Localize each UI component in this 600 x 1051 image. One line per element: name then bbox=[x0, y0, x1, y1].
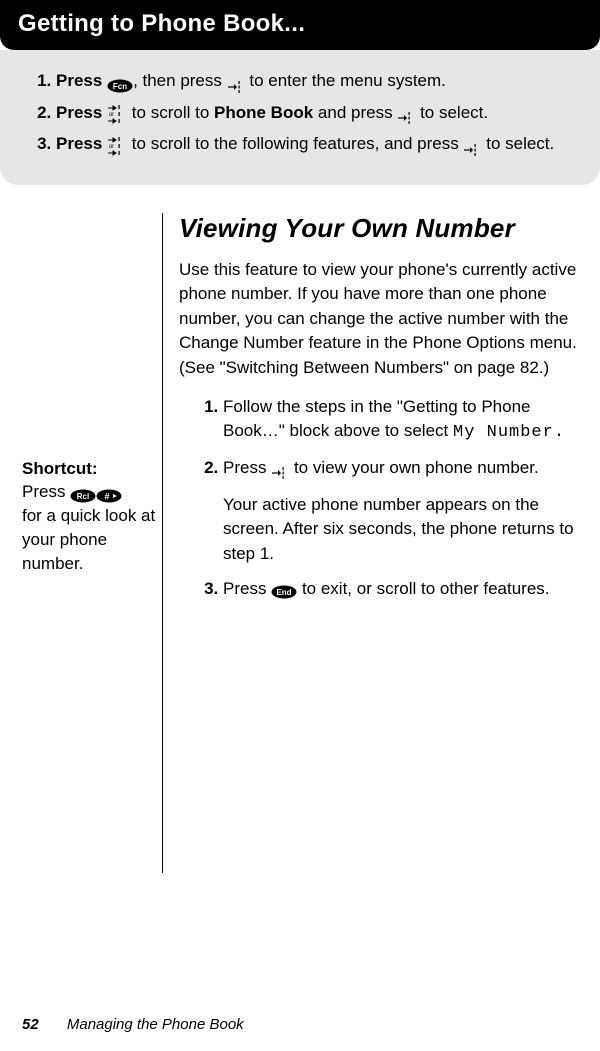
svg-text:Fcn: Fcn bbox=[113, 82, 127, 91]
right-scroll-icon bbox=[227, 76, 245, 88]
text: Press bbox=[56, 71, 102, 90]
fcn-key-icon: Fcn bbox=[107, 75, 133, 89]
text: to enter the menu system. bbox=[249, 71, 446, 90]
shortcut-sidebar: Shortcut: Press Rcl # for a quick look a… bbox=[22, 213, 162, 873]
rcl-key-icon: Rcl bbox=[70, 486, 96, 500]
intro-paragraph: Use this feature to view your phone's cu… bbox=[179, 258, 578, 381]
svg-text:Rcl: Rcl bbox=[77, 492, 89, 501]
step-2-note: Your active phone number appears on the … bbox=[223, 493, 578, 567]
banner: Getting to Phone Book... bbox=[0, 0, 600, 50]
hash-key-icon: # bbox=[96, 486, 122, 500]
text-bold: Phone Book bbox=[214, 103, 313, 122]
text: to scroll to the following features, and… bbox=[132, 134, 459, 153]
intro-steps-box: Press Fcn , then press to enter the menu… bbox=[0, 50, 600, 185]
section-heading: Viewing Your Own Number bbox=[179, 213, 578, 244]
intro-step-1: Press Fcn , then press to enter the menu… bbox=[56, 68, 582, 94]
text: Press bbox=[56, 103, 102, 122]
text: Press bbox=[56, 134, 102, 153]
svg-text:End: End bbox=[277, 588, 292, 597]
shortcut-line1: Press bbox=[22, 482, 70, 501]
up-down-scroll-icon: or bbox=[107, 103, 127, 123]
text: to exit, or scroll to other features. bbox=[302, 579, 550, 598]
end-key-icon: End bbox=[271, 582, 297, 596]
svg-text:or: or bbox=[109, 112, 114, 118]
up-down-scroll-icon: or bbox=[107, 135, 127, 155]
text: to scroll to bbox=[132, 103, 209, 122]
text: to select. bbox=[486, 134, 554, 153]
page-footer: 52 Managing the Phone Book bbox=[22, 1016, 244, 1033]
text: , then press bbox=[133, 71, 222, 90]
svg-text:#: # bbox=[105, 491, 110, 501]
intro-step-2: Press or to scroll to Phone Book and pre… bbox=[56, 100, 582, 126]
right-scroll-icon bbox=[397, 107, 415, 119]
text: Press bbox=[223, 458, 266, 477]
shortcut-title: Shortcut: bbox=[22, 457, 162, 481]
text: to select. bbox=[420, 103, 488, 122]
text: and press bbox=[318, 103, 393, 122]
step-1: Follow the steps in the "Getting to Phon… bbox=[223, 395, 578, 446]
text: to view your own phone number. bbox=[294, 458, 539, 477]
step-3: Press End to exit, or scroll to other fe… bbox=[223, 577, 578, 602]
right-scroll-icon bbox=[271, 463, 289, 475]
intro-step-3: Press or to scroll to the following feat… bbox=[56, 131, 582, 157]
shortcut-line2: for a quick look at your phone number. bbox=[22, 504, 162, 575]
svg-text:or: or bbox=[109, 144, 114, 150]
step-2: Press to view your own phone number. You… bbox=[223, 456, 578, 567]
chapter-title: Managing the Phone Book bbox=[67, 1016, 244, 1033]
lcd-text-my-number: My Number. bbox=[453, 423, 565, 442]
right-scroll-icon bbox=[463, 139, 481, 151]
page-number: 52 bbox=[22, 1016, 39, 1033]
text: Press bbox=[223, 579, 266, 598]
banner-title: Getting to Phone Book... bbox=[18, 10, 305, 37]
main-column: Viewing Your Own Number Use this feature… bbox=[162, 213, 578, 873]
